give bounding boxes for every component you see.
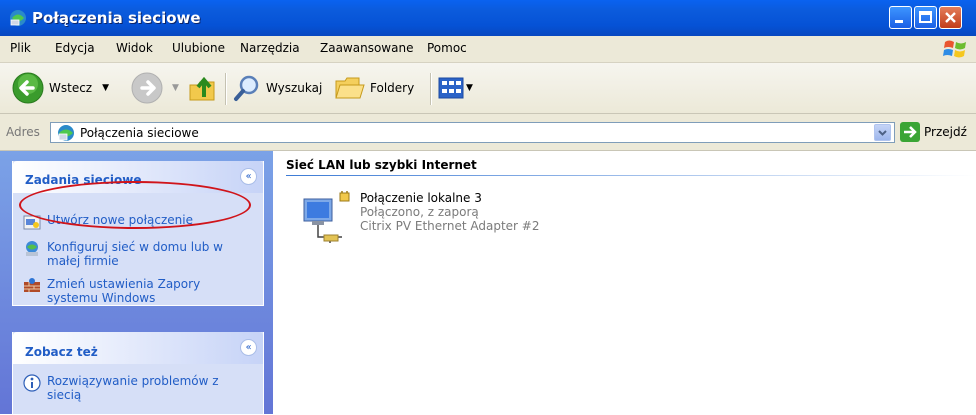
content-area: Sieć LAN lub szybki Internet Połączenie … [273, 151, 976, 414]
back-button[interactable]: Wstecz ▼ [11, 63, 109, 113]
task-troubleshoot-label: Rozwiązywanie problemów z siecią [47, 374, 219, 402]
home-network-icon [26, 241, 38, 256]
highlight-circle [19, 181, 251, 229]
menu-view[interactable]: Widok [116, 41, 153, 55]
see-also-header[interactable]: Zobacz też « [13, 332, 263, 364]
views-grid-icon [438, 77, 464, 99]
toolbar-separator [225, 73, 226, 105]
windows-logo-icon [943, 40, 966, 58]
views-button[interactable]: ▼ [438, 63, 473, 113]
back-arrow-icon [12, 72, 44, 104]
address-input[interactable]: Połączenia sieciowe [50, 122, 895, 143]
back-label: Wstecz [49, 81, 93, 95]
window-title: Połączenia sieciowe [32, 9, 201, 27]
close-button[interactable] [939, 6, 962, 29]
search-button[interactable]: Wyszukaj [232, 63, 322, 113]
toolbar-separator [430, 73, 431, 105]
connection-device: Citrix PV Ethernet Adapter #2 [360, 219, 540, 233]
menu-help[interactable]: Pomoc [427, 41, 467, 55]
up-folder-icon [189, 76, 215, 101]
go-button[interactable]: Przejdź [900, 122, 967, 142]
address-label: Adres [6, 125, 40, 139]
search-label: Wyszukaj [266, 81, 323, 95]
search-icon [234, 75, 259, 101]
menu-advanced[interactable]: Zaawansowane [320, 41, 413, 55]
up-folder-button[interactable] [186, 63, 220, 113]
maximize-icon [919, 11, 932, 23]
task-firewall-settings[interactable]: Zmień ustawienia Zapory systemu Windows [23, 277, 243, 305]
connection-status: Połączono, z zaporą [360, 205, 479, 219]
forward-dropdown-icon[interactable]: ▼ [172, 83, 179, 93]
lan-connection-icon [303, 191, 350, 243]
task-firewall-settings-label: Zmień ustawienia Zapory systemu Windows [47, 277, 201, 305]
collapse-icon[interactable]: « [240, 339, 257, 356]
address-dropdown-button[interactable] [874, 124, 891, 141]
go-arrow-icon [900, 122, 920, 142]
views-dropdown-icon[interactable]: ▼ [466, 83, 473, 93]
go-label: Przejdź [924, 125, 967, 139]
menu-tools[interactable]: Narzędzia [240, 41, 300, 55]
info-icon [23, 374, 41, 392]
close-icon [945, 12, 956, 23]
address-bar: Adres Połączenia sieciowe Przejdź [0, 114, 976, 151]
task-setup-network[interactable]: Konfiguruj sieć w domu lub w małej firmi… [23, 240, 243, 268]
menu-favorites[interactable]: Ulubione [172, 41, 225, 55]
connection-item[interactable]: Połączenie lokalne 3 Połączono, z zaporą… [300, 191, 539, 249]
task-setup-network-label: Konfiguruj sieć w domu lub w małej firmi… [47, 240, 223, 268]
back-dropdown-icon[interactable]: ▼ [102, 83, 109, 93]
see-also-panel: Zobacz też « Rozwiązywanie problemów z s… [12, 332, 264, 415]
minimize-button[interactable] [889, 6, 912, 29]
menu-edit[interactable]: Edycja [55, 41, 95, 55]
forward-button[interactable]: ▼ [130, 63, 179, 113]
minimize-icon [895, 20, 903, 23]
collapse-icon[interactable]: « [240, 168, 257, 185]
folder-icon [335, 77, 365, 99]
connection-name: Połączenie lokalne 3 [360, 191, 482, 205]
toolbar: Wstecz ▼ ▼ Wyszukaj Foldery ▼ [0, 63, 976, 114]
group-header: Sieć LAN lub szybki Internet [286, 158, 477, 172]
firewall-icon [24, 278, 40, 292]
see-also-title: Zobacz też [25, 345, 98, 359]
folders-button[interactable]: Foldery [334, 63, 414, 113]
group-divider [286, 175, 976, 176]
folders-label: Foldery [370, 81, 415, 95]
forward-arrow-icon [131, 72, 163, 104]
network-connections-icon [58, 125, 74, 141]
address-value: Połączenia sieciowe [80, 126, 199, 140]
network-connections-icon [10, 10, 26, 26]
menu-file[interactable]: Plik [10, 41, 31, 55]
menu-bar: Plik Edycja Widok Ulubione Narzędzia Zaa… [0, 36, 976, 63]
maximize-button[interactable] [914, 6, 937, 29]
chevron-down-icon [878, 130, 887, 136]
task-troubleshoot[interactable]: Rozwiązywanie problemów z siecią [23, 374, 243, 402]
title-bar: Połączenia sieciowe [0, 0, 976, 36]
connection-details: Połączenie lokalne 3 Połączono, z zaporą… [360, 191, 539, 249]
